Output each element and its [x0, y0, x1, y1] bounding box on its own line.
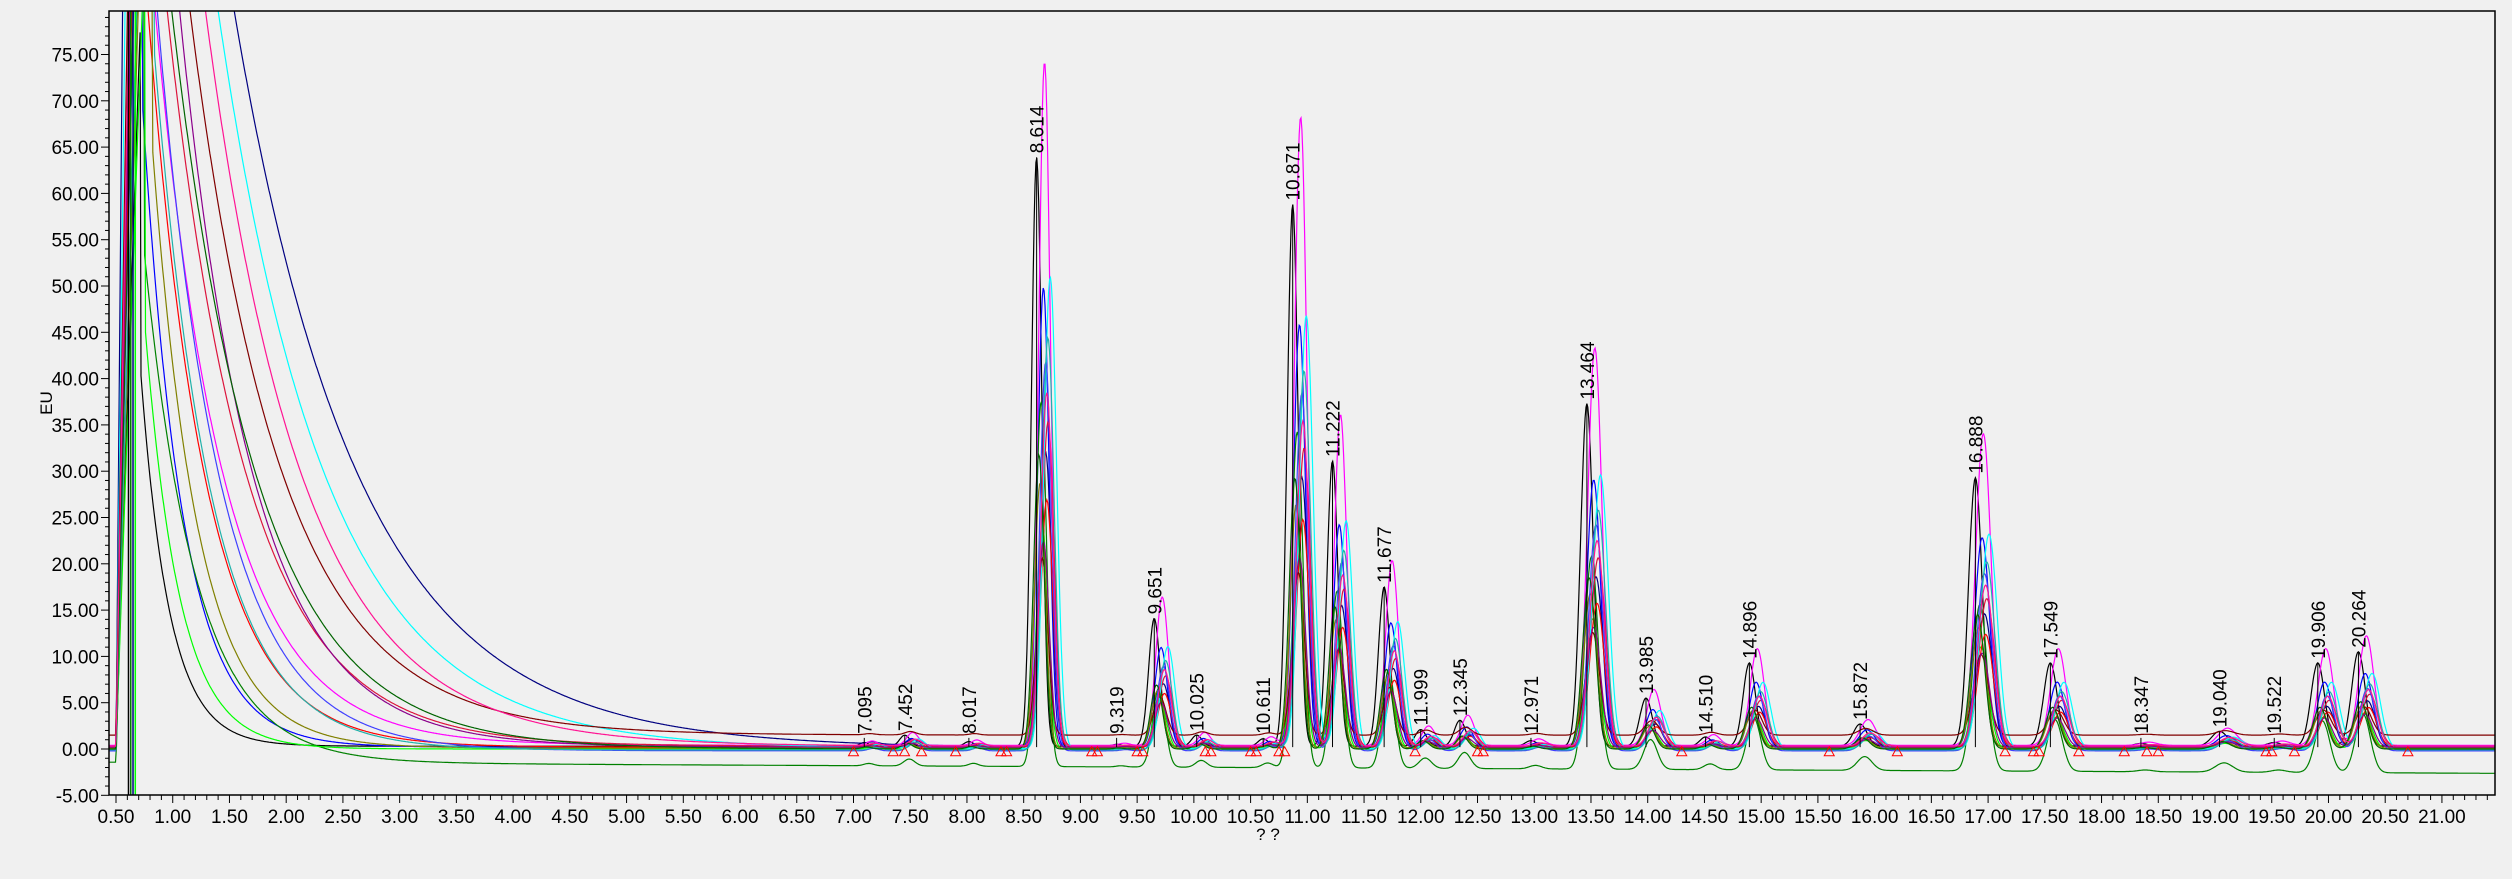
peak-label: 19.522: [2265, 676, 2286, 734]
x-tick-label: 12.00: [1397, 807, 1445, 828]
y-tick-label: 40.00: [51, 370, 99, 391]
peak-label: 17.549: [2041, 601, 2062, 659]
x-tick-label: 1.50: [211, 807, 248, 828]
x-tick-label: 17.50: [2021, 807, 2069, 828]
x-tick-label: 7.50: [892, 807, 929, 828]
x-tick-label: 21.00: [2418, 807, 2466, 828]
y-tick-label: 20.00: [51, 555, 99, 576]
x-axis-title: ? ?: [1256, 825, 1280, 844]
peak-label: 9.319: [1108, 686, 1129, 734]
peak-label: 15.872: [1851, 662, 1872, 720]
x-tick-label: 8.00: [948, 807, 985, 828]
x-tick-label: 8.50: [1005, 807, 1042, 828]
peak-label: 9.651: [1145, 567, 1166, 615]
x-tick-label: 7.00: [835, 807, 872, 828]
peak-label: 11.677: [1375, 526, 1396, 583]
x-tick-label: 9.00: [1062, 807, 1099, 828]
x-tick-label: 4.00: [495, 807, 532, 828]
y-axis: -5.00 0.00 5.00 10.00 15.00 20.00 25.00 30.00 35…: [51, 16, 109, 807]
x-tick-label: 20.00: [2305, 807, 2353, 828]
peak-label: 16.888: [1966, 416, 1987, 474]
y-tick-label: 25.00: [51, 509, 99, 530]
x-tick-label: 12.50: [1454, 807, 1502, 828]
chromatogram-chart: 7.095 7.452 8.017 8.614 9.319 9.651 10.025 10.6…: [37, 10, 2496, 844]
peak-label: 18.347: [2132, 676, 2153, 734]
y-tick-label: 15.00: [51, 601, 99, 622]
x-tick-label: 11.50: [1341, 807, 1387, 828]
peak-label: 8.614: [1028, 105, 1049, 153]
x-tick-label: 9.50: [1119, 807, 1156, 828]
y-tick-label: 65.00: [51, 138, 99, 159]
x-tick-label: 13.00: [1510, 807, 1558, 828]
x-tick-label: 4.50: [551, 807, 588, 828]
x-tick-label: 5.00: [608, 807, 645, 828]
x-tick-label: 13.50: [1567, 807, 1615, 828]
x-tick-label: 2.00: [268, 807, 305, 828]
x-tick-label: 18.50: [2135, 807, 2183, 828]
y-tick-label: 10.00: [51, 647, 99, 668]
y-tick-label: 60.00: [51, 184, 99, 205]
x-tick-label: 11.00: [1284, 807, 1330, 828]
peak-label: 7.452: [896, 684, 917, 732]
peak-label: 11.999: [1412, 669, 1433, 726]
peak-label: 11.222: [1324, 400, 1345, 457]
x-tick-label: 18.00: [2078, 807, 2126, 828]
x-tick-label: 0.50: [98, 807, 135, 828]
x-tick-label: 20.50: [2361, 807, 2409, 828]
y-tick-label: 50.00: [51, 277, 99, 298]
peak-label: 13.985: [1637, 636, 1658, 694]
peak-label: 12.971: [1522, 676, 1543, 734]
peak-label: 10.871: [1284, 142, 1305, 200]
y-tick-label: 35.00: [51, 416, 99, 437]
x-tick-label: 14.50: [1681, 807, 1729, 828]
peak-label: 12.345: [1451, 658, 1472, 716]
y-tick-label: 0.00: [62, 740, 99, 761]
x-tick-label: 1.00: [154, 807, 191, 828]
x-tick-label: 3.50: [438, 807, 475, 828]
x-tick-label: 19.50: [2248, 807, 2296, 828]
peak-label: 14.896: [1740, 601, 1761, 659]
x-tick-label: 17.00: [1964, 807, 2012, 828]
peak-label: 7.095: [855, 686, 876, 734]
peak-label: 8.017: [960, 686, 981, 734]
x-tick-label: 16.00: [1851, 807, 1899, 828]
x-tick-label: 2.50: [324, 807, 361, 828]
peak-label: 19.040: [2211, 669, 2232, 727]
peak-label: 20.264: [2349, 589, 2370, 648]
x-axis: 0.50 1.00 1.50 2.00 2.50 3.00 3.50 4.00 4.50 5.00…: [98, 795, 2488, 828]
y-tick-label: 75.00: [51, 46, 99, 67]
x-tick-label: 5.50: [665, 807, 702, 828]
x-tick-label: 6.50: [778, 807, 815, 828]
x-tick-label: 15.00: [1737, 807, 1785, 828]
y-tick-label: 70.00: [51, 92, 99, 113]
y-tick-label: 55.00: [51, 231, 99, 252]
x-tick-label: 19.00: [2191, 807, 2239, 828]
peak-label: 10.025: [1188, 673, 1209, 731]
y-tick-label: 5.00: [62, 694, 99, 715]
y-axis-title: EU: [37, 391, 56, 415]
x-tick-label: 6.00: [722, 807, 759, 828]
x-tick-label: 16.50: [1908, 807, 1956, 828]
peak-label: 14.510: [1697, 675, 1718, 733]
y-tick-label: 45.00: [51, 323, 99, 344]
y-tick-label: 30.00: [51, 462, 99, 483]
peak-label: 19.906: [2309, 601, 2330, 659]
x-tick-label: 10.00: [1170, 807, 1218, 828]
y-tick-label: -5.00: [56, 786, 99, 807]
x-tick-label: 3.00: [381, 807, 418, 828]
peak-label: 10.611: [1254, 677, 1275, 734]
x-tick-label: 14.00: [1624, 807, 1672, 828]
peak-label: 13.464: [1578, 341, 1599, 400]
x-tick-label: 15.50: [1794, 807, 1842, 828]
